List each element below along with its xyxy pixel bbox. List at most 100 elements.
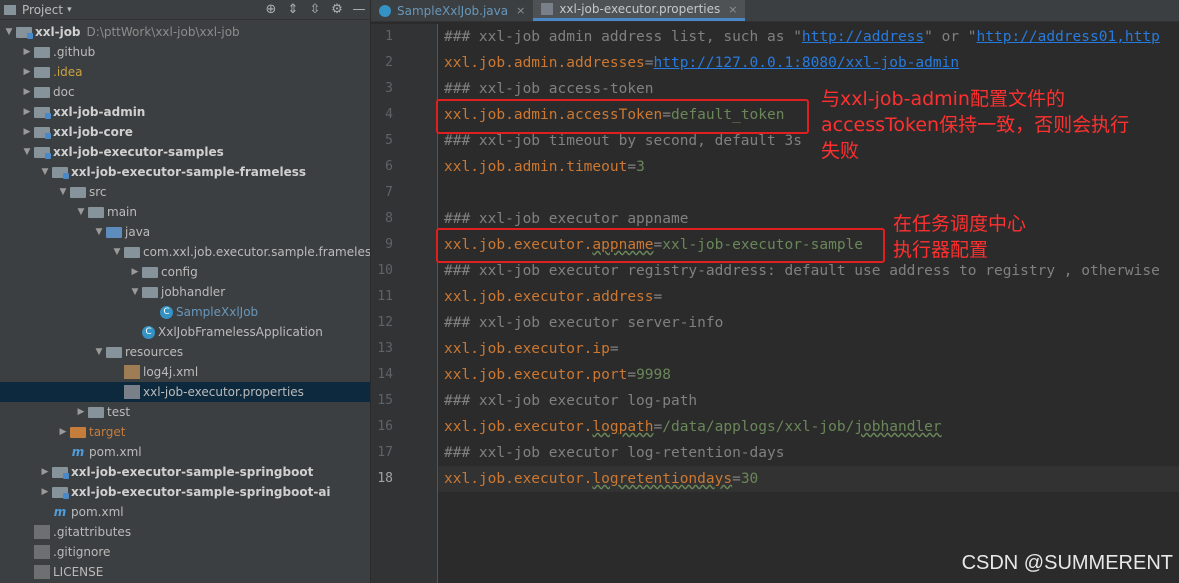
tree-item-label: jobhandler [161,285,226,299]
close-icon[interactable]: × [516,4,525,17]
tree-item[interactable]: LICENSE [0,562,370,582]
tree-item[interactable]: m pom.xml [0,442,370,462]
access-token-annotation: 与xxl-job-admin配置文件的 accessToken保持一致，否则会执行… [821,86,1129,164]
tree-item[interactable]: ▶ test [0,402,370,422]
editor-tab[interactable]: xxl-job-executor.properties × [533,0,746,21]
chevron-down-icon[interactable]: ▼ [92,227,106,237]
code-line[interactable]: xxl.job.executor.port=9998 [444,362,671,388]
code-line[interactable]: xxl.job.executor.logretentiondays=30 [444,466,758,492]
chevron-down-icon[interactable]: ▼ [92,347,106,357]
folder-icon [70,187,86,198]
code-token: logretentiondays [592,471,733,487]
package-icon [124,247,140,258]
line-number: 18 [377,471,393,486]
tree-item[interactable]: C SampleXxlJob [0,302,370,322]
project-panel-title[interactable]: Project [22,3,63,17]
tree-item[interactable]: ▼ main [0,202,370,222]
tree-item[interactable]: .gitignore [0,542,370,562]
chevron-down-icon[interactable]: ▼ [20,147,34,157]
code-token: xxl.job.executor. [444,419,593,435]
tree-item[interactable]: .gitattributes [0,522,370,542]
expand-all-icon[interactable]: ⇕ [282,2,304,17]
module-folder-icon [34,107,51,119]
chevron-down-icon[interactable]: ▼ [2,27,16,37]
tree-item[interactable]: ▶ xxl-job-executor-sample-springboot [0,462,370,482]
tree-item[interactable]: ▶ .github [0,42,370,62]
code-token: jobhandler [854,419,942,435]
code-token: ### xxl-job timeout by second, default 3… [444,133,802,149]
chevron-right-icon[interactable]: ▶ [20,47,34,57]
code-line[interactable]: xxl.job.executor.address= [444,284,662,310]
gear-icon[interactable]: ⚙ [326,2,348,17]
tree-item[interactable]: ▼ xxl-job-executor-sample-frameless [0,162,370,182]
folder-icon [34,87,50,98]
code-token: ### xxl-job executor log-retention-days [444,445,785,461]
annotation-line: 在任务调度中心 [893,213,1027,235]
close-icon[interactable]: × [728,3,737,16]
tree-item[interactable]: ▼ xxl-job-executor-samples [0,142,370,162]
annotation-line: 执行器配置 [893,239,989,261]
tree-item[interactable]: log4j.xml [0,362,370,382]
tree-item-label: pom.xml [89,445,142,459]
hide-icon[interactable]: — [348,2,370,17]
chevron-down-icon[interactable]: ▼ [128,287,142,297]
chevron-right-icon[interactable]: ▶ [128,267,142,277]
chevron-right-icon[interactable]: ▶ [38,467,52,477]
code-token: /data/applogs/xxl-job/ [662,419,855,435]
tree-item[interactable]: ▶ .idea [0,62,370,82]
locate-icon[interactable]: ⊕ [260,2,282,17]
chevron-down-icon[interactable]: ▼ [74,207,88,217]
code-line[interactable]: ### xxl-job executor log-path [444,388,697,414]
chevron-right-icon[interactable]: ▶ [20,67,34,77]
code-line[interactable]: xxl.job.admin.addresses=http://127.0.0.1… [444,50,959,76]
tree-item[interactable]: ▶ xxl-job-core [0,122,370,142]
code-line[interactable]: xxl.job.executor.logpath=/data/applogs/x… [444,414,942,440]
code-line[interactable]: ### xxl-job executor server-info [444,310,723,336]
tree-item[interactable]: C XxlJobFramelessApplication [0,322,370,342]
code-token: ### xxl-job executor registry-address: d… [444,263,1160,279]
chevron-right-icon[interactable]: ▶ [56,427,70,437]
tree-item[interactable]: ▼ resources [0,342,370,362]
code-token: = [653,419,663,435]
chevron-right-icon[interactable]: ▶ [74,407,88,417]
text-file-icon [34,565,50,579]
tree-item[interactable]: ▶ target [0,422,370,442]
chevron-right-icon[interactable]: ▶ [20,107,34,117]
tree-item[interactable]: ▼ com.xxl.job.executor.sample.frameless [0,242,370,262]
code-token: ### xxl-job executor log-path [444,393,698,409]
code-line[interactable]: xxl.job.executor.ip= [444,336,619,362]
dropdown-arrow-icon[interactable]: ▾ [67,5,72,15]
code-token: = [644,55,654,71]
code-line[interactable]: xxl.job.admin.timeout=3 [444,154,645,180]
tree-item[interactable]: ▶ doc [0,82,370,102]
code-line[interactable]: ### xxl-job admin address list, such as … [444,24,1160,50]
tree-item[interactable]: xxl-job-executor.properties [0,382,370,402]
code-token: http://127.0.0.1:8080/xxl-job-admin [653,55,960,71]
chevron-right-icon[interactable]: ▶ [38,487,52,497]
chevron-down-icon[interactable]: ▼ [56,187,70,197]
tree-item[interactable]: m pom.xml [0,502,370,522]
chevron-down-icon[interactable]: ▼ [110,247,124,257]
tree-item-label: log4j.xml [143,365,199,379]
editor-tab[interactable]: SampleXxlJob.java × [371,0,533,21]
tree-item[interactable]: ▶ config [0,262,370,282]
tree-item[interactable]: ▶ xxl-job-admin [0,102,370,122]
chevron-right-icon[interactable]: ▶ [20,87,34,97]
chevron-down-icon[interactable]: ▼ [38,167,52,177]
module-folder-icon [52,487,69,499]
tree-item[interactable]: ▶ xxl-job-executor-sample-springboot-ai [0,482,370,502]
code-line[interactable]: ### xxl-job executor log-retention-days [444,440,784,466]
code-token: http://address01,http [976,29,1160,45]
collapse-all-icon[interactable]: ⇳ [304,2,326,17]
tree-item[interactable]: ▼ jobhandler [0,282,370,302]
tree-item[interactable]: ▼ java [0,222,370,242]
chevron-right-icon[interactable]: ▶ [20,127,34,137]
project-path: D:\pttWork\xxl-job\xxl-job [86,25,240,39]
line-number: 17 [377,445,393,460]
tree-item[interactable]: ▼ xxl-job D:\pttWork\xxl-job\xxl-job [0,22,370,42]
editor-tab-label: SampleXxlJob.java [397,3,509,18]
tree-item[interactable]: ▼ src [0,182,370,202]
module-folder-icon [34,147,51,159]
access-token-highlight-box [436,99,809,134]
line-number: 2 [385,55,393,70]
